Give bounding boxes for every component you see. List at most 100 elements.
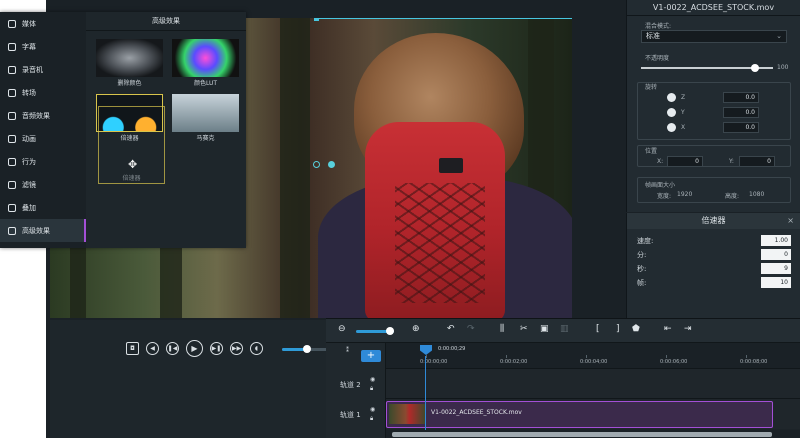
skip-start-icon[interactable]: ▶❚ (210, 342, 223, 355)
properties-title: V1-0022_ACDSEE_STOCK.mov (627, 0, 800, 16)
eye-icon[interactable]: ◉ (370, 376, 375, 383)
rotate-label: 旋转 (645, 84, 658, 91)
library-nav-item[interactable]: 动画 (0, 127, 86, 150)
behavior-icon (8, 157, 16, 166)
zoom-out-icon[interactable]: ⊖ (338, 324, 346, 334)
save-clip-icon[interactable]: ▣ (540, 324, 549, 334)
effect-mosaic[interactable]: 马赛克 (172, 94, 239, 142)
library-nav-item[interactable]: 录音机 (0, 58, 86, 81)
volume-icon[interactable]: ◖ (250, 342, 263, 355)
effect-thumbnail (172, 39, 239, 77)
close-icon[interactable]: × (787, 213, 794, 229)
go-to-end-icon[interactable]: ⇥ (684, 324, 692, 334)
skip-end-icon[interactable]: ▶▶ (230, 342, 243, 355)
library-title: 高级效果 (86, 12, 246, 31)
library-nav-item[interactable]: 媒体 (0, 12, 86, 35)
opacity-label: 不透明度 (645, 55, 670, 62)
add-track-button[interactable]: + (361, 350, 381, 362)
blend-mode-select[interactable]: 标准 ⌄ (641, 30, 787, 43)
effect-thumbnail (96, 39, 163, 77)
speed-row-input[interactable]: 9 (761, 263, 791, 274)
mark-in-icon[interactable]: [ (596, 324, 600, 334)
clip-name: V1-0022_ACDSEE_STOCK.mov (431, 409, 522, 416)
ruler-tick-mark (746, 355, 747, 358)
cut-icon[interactable]: ✂ (520, 324, 528, 334)
rotate-axis-label: Y (681, 109, 685, 116)
effect-remove-color[interactable]: 删除颜色 (96, 39, 163, 87)
track-2-lane[interactable] (386, 369, 800, 399)
play-button[interactable]: ▶ (186, 340, 203, 357)
volume-slider[interactable] (282, 345, 328, 353)
mark-out-icon[interactable]: ] (616, 324, 620, 334)
opacity-slider[interactable] (641, 64, 773, 72)
library-nav-item[interactable]: 音频效果 (0, 104, 86, 127)
speed-row: 速度: 1.00 (637, 235, 791, 246)
timeline-zoom-slider[interactable] (356, 327, 395, 335)
folder-icon (8, 19, 16, 28)
width-value: 1920 (677, 191, 693, 198)
redo-icon[interactable]: ↷ (467, 324, 475, 334)
eye-icon[interactable]: ◉ (370, 406, 375, 413)
library-nav-item[interactable]: 字幕 (0, 35, 86, 58)
speed-panel: 倍速器 × 速度: 1.00 分: 0 秒: 9 帧: 10 (626, 213, 800, 318)
speed-row-label: 分: (637, 251, 647, 259)
library-nav-item[interactable]: 滤镜 (0, 173, 86, 196)
library-panel: 媒体 字幕 录音机 转场 音频效果 动画 行为 滤镜 叠加 高级效果 高级效果 删除颜色 颜色LU… (0, 12, 246, 248)
delete-icon[interactable]: ▥ (560, 324, 569, 334)
timeline-toolbar: ⊖ ⊕ ↶ ↷ ⫼ ✂ ▣ ▥ [ ] ⬟ ⇤ ⇥ (326, 319, 800, 343)
library-nav-label: 字幕 (22, 42, 36, 51)
go-to-start-icon[interactable]: ⇤ (664, 324, 672, 334)
library-nav-item[interactable]: 转场 (0, 81, 86, 104)
text-icon (8, 42, 16, 51)
volume-slider-knob[interactable] (303, 345, 312, 353)
timeline-zoom-knob[interactable] (386, 327, 395, 335)
rotate-value-input[interactable]: 0.0 (723, 92, 759, 103)
split-icon[interactable]: ⫼ (500, 324, 504, 334)
position-y-input[interactable]: 0 (739, 156, 775, 167)
speed-row-input[interactable]: 1.00 (761, 235, 791, 246)
ruler-tick-mark (586, 355, 587, 358)
track-headers: ⁑ + 轨道 2 ◉ 🔒︎ 轨道 1 ◉ 🔒︎ (326, 343, 386, 438)
speed-row-label: 帧: (637, 279, 647, 287)
effect-color-lut[interactable]: 颜色LUT (172, 39, 239, 87)
anchor-point[interactable] (328, 161, 335, 168)
rotate-group (637, 82, 791, 140)
overlay-icon (8, 203, 16, 212)
previous-frame-icon[interactable]: ◀ (146, 342, 159, 355)
advanced-effects-icon (8, 226, 16, 235)
height-value: 1080 (749, 191, 765, 198)
selection-handle[interactable] (314, 18, 319, 21)
snapshot-camera-icon[interactable]: ◘ (126, 342, 139, 355)
speed-row-input[interactable]: 10 (761, 277, 791, 288)
position-x-input[interactable]: 0 (667, 156, 703, 167)
library-nav-item[interactable]: 行为 (0, 150, 86, 173)
track-1-lane[interactable]: V1-0022_ACDSEE_STOCK.mov (386, 399, 800, 429)
library-nav-item[interactable]: 叠加 (0, 196, 86, 219)
library-nav-label: 转场 (22, 88, 36, 97)
rotate-value-input[interactable]: 0.0 (723, 122, 759, 133)
snap-icon[interactable]: ⁑ (346, 347, 349, 354)
rotate-value-input[interactable]: 0.0 (723, 107, 759, 118)
video-clip[interactable]: V1-0022_ACDSEE_STOCK.mov (386, 401, 773, 428)
timeline-ruler[interactable]: 0:00:00;29 0:00:00;00 0:00:02;00 0:00:04;0… (386, 343, 800, 369)
library-nav-item[interactable]: 高级效果 (0, 219, 86, 242)
speed-row-input[interactable]: 0 (761, 249, 791, 260)
timeline-scrollbar[interactable] (386, 430, 800, 438)
anchor-point[interactable] (313, 161, 320, 168)
lock-icon[interactable]: 🔒︎ (370, 385, 373, 393)
zoom-in-icon[interactable]: ⊕ (412, 324, 420, 334)
rotate-x-icon (667, 123, 676, 132)
opacity-slider-knob[interactable] (750, 64, 759, 72)
timeline-scrollbar-thumb[interactable] (392, 432, 772, 437)
library-nav-label: 录音机 (22, 65, 43, 74)
marker-icon[interactable]: ⬟ (632, 324, 640, 334)
speed-panel-title: 倍速器 (701, 216, 726, 225)
playhead-handle[interactable] (420, 345, 432, 355)
undo-icon[interactable]: ↶ (447, 324, 455, 334)
speed-row: 帧: 10 (637, 277, 791, 288)
lock-icon[interactable]: 🔒︎ (370, 415, 373, 423)
effect-label: 删除颜色 (117, 80, 142, 87)
step-back-icon[interactable]: ❚◀ (166, 342, 179, 355)
preview-backpack-cords (395, 183, 485, 303)
rotate-z-icon (667, 93, 676, 102)
